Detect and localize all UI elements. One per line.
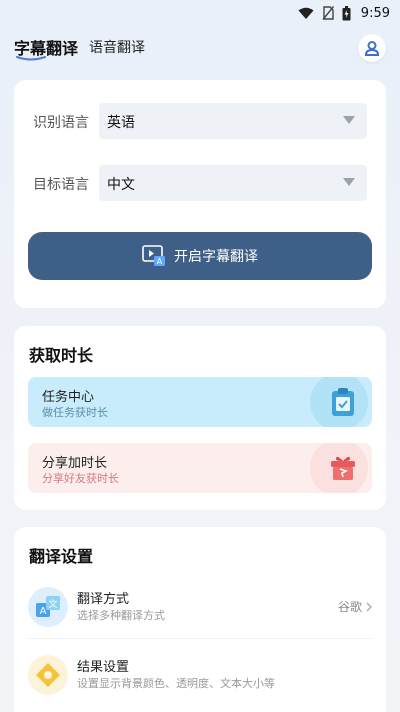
settings-divider (28, 638, 372, 639)
user-profile-button[interactable] (358, 34, 386, 62)
clipboard-icon (332, 388, 354, 416)
svg-text:A: A (157, 257, 163, 266)
subtitle-screen-icon: A (142, 245, 165, 266)
gift-icon (331, 456, 355, 480)
battery-icon (342, 5, 351, 21)
translate-method-title: 翻译方式 (77, 592, 130, 607)
target-language-select[interactable]: 中文 (99, 165, 367, 201)
dropdown-arrow-icon (343, 178, 355, 186)
translate-icon: A 文 (36, 596, 60, 617)
language-card: 识别语言 英语 目标语言 中文 A 开启字幕翻译 (14, 80, 386, 308)
translate-method-value: 谷歌 (338, 598, 372, 615)
header: 字幕翻译 语音翻译 (0, 32, 400, 62)
chevron-right-icon (366, 602, 372, 611)
status-bar: 9:59 (0, 0, 400, 26)
translate-settings-card: 翻译设置 A 文 翻译方式 选择多种翻译方式 谷歌 结果设置 设置显示背景颜色、… (14, 527, 386, 712)
source-language-row: 识别语言 英语 (14, 103, 386, 139)
svg-text:A: A (40, 606, 47, 617)
translate-settings-title: 翻译设置 (29, 547, 94, 566)
dropdown-arrow-icon (343, 116, 355, 124)
wifi-icon (298, 7, 314, 20)
svg-text:文: 文 (48, 598, 57, 610)
share-time-title: 分享加时长 (42, 456, 108, 471)
translate-method-row[interactable]: A 文 翻译方式 选择多种翻译方式 谷歌 (14, 579, 386, 637)
no-sim-icon (322, 6, 334, 20)
share-time-subtitle: 分享好友获时长 (42, 472, 119, 485)
task-center-tile[interactable]: 任务中心 做任务获时长 (28, 377, 372, 427)
result-settings-title: 结果设置 (77, 660, 130, 675)
share-time-tile[interactable]: 分享加时长 分享好友获时长 (28, 443, 372, 493)
source-language-label: 识别语言 (33, 115, 89, 131)
task-center-subtitle: 做任务获时长 (42, 406, 108, 419)
result-settings-row[interactable]: 结果设置 设置显示背景颜色、透明度、文本大小等 (14, 647, 386, 705)
target-language-label: 目标语言 (33, 177, 89, 193)
tab-voice-translate[interactable]: 语音翻译 (89, 37, 145, 57)
user-icon (364, 41, 380, 56)
start-subtitle-translate-button[interactable]: A 开启字幕翻译 (28, 232, 372, 280)
translate-method-subtitle: 选择多种翻译方式 (77, 609, 165, 622)
translate-icon-wrap: A 文 (28, 587, 68, 627)
result-settings-subtitle: 设置显示背景颜色、透明度、文本大小等 (77, 677, 275, 690)
get-time-title: 获取时长 (29, 346, 94, 365)
task-center-title: 任务中心 (42, 390, 95, 405)
source-language-select[interactable]: 英语 (99, 103, 367, 139)
tab-active-indicator (16, 56, 46, 61)
source-language-value: 英语 (107, 115, 135, 131)
start-button-label: 开启字幕翻译 (174, 249, 258, 265)
get-time-card: 获取时长 任务中心 做任务获时长 分享加时长 分享好友获时长 (14, 326, 386, 510)
display-settings-icon-wrap (28, 655, 68, 695)
display-settings-icon (36, 663, 60, 687)
target-language-value: 中文 (107, 177, 135, 193)
status-time: 9:59 (360, 5, 390, 21)
translate-method-value-text: 谷歌 (337, 600, 362, 614)
target-language-row: 目标语言 中文 (14, 165, 386, 201)
